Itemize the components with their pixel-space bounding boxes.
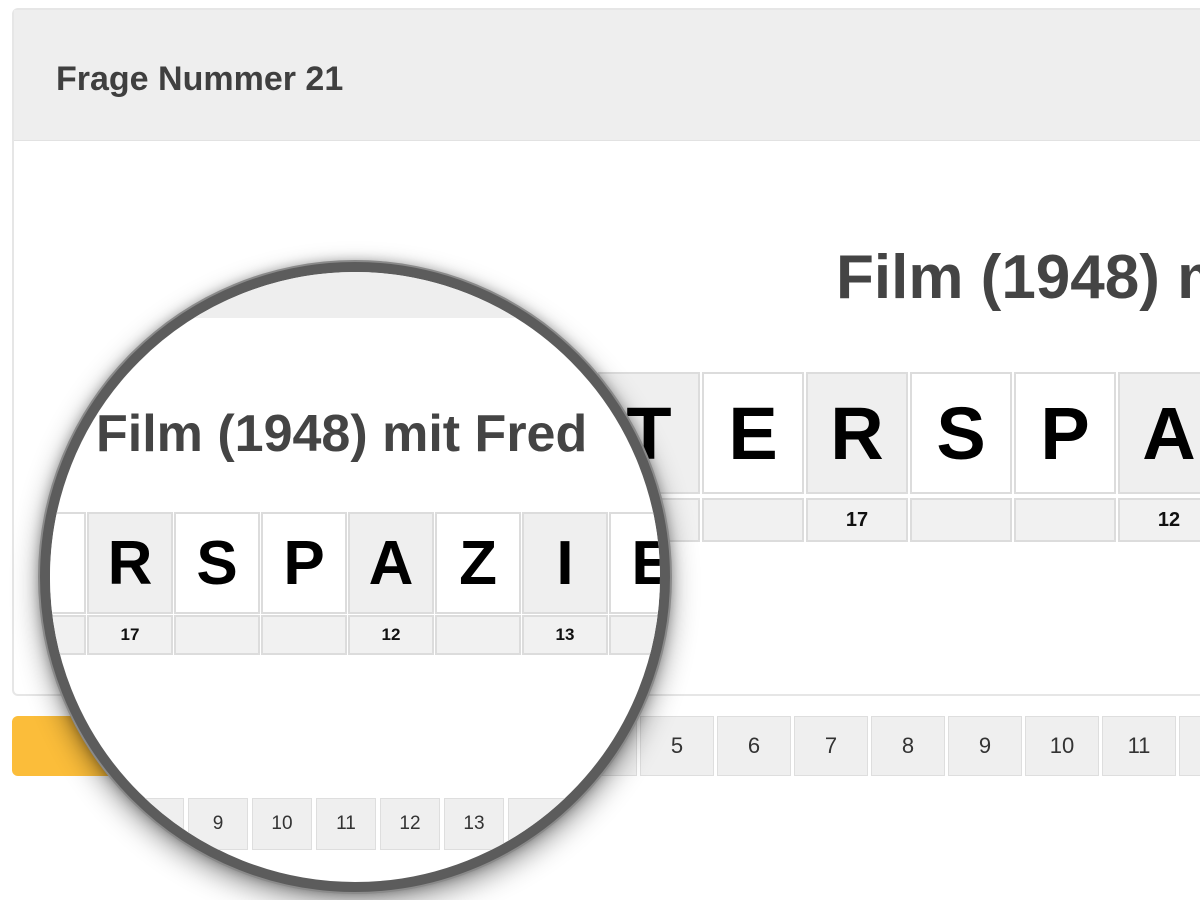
question-pagination: 4567891011	[563, 716, 1200, 776]
magnified-letter-cell: I	[522, 512, 608, 614]
panel-header: Frage Nummer 21	[14, 10, 1200, 141]
magnified-letter-cell: E	[609, 512, 660, 614]
answer-letter-row: TERSPA	[598, 372, 1200, 494]
magnified-letter-number	[174, 615, 260, 655]
page-button[interactable]: 5	[640, 716, 714, 776]
magnified-letter-cell: A	[348, 512, 434, 614]
clue-text: Film (1948) m	[836, 243, 1200, 312]
letter-number	[702, 498, 804, 542]
magnifier-lens: Film (1948) mit Fred RSPAZIE 17 12 13 9 10 1…	[40, 262, 670, 892]
letter-cell: P	[1014, 372, 1116, 494]
magnified-page-button: 13	[444, 798, 504, 850]
magnified-letter-row: RSPAZIE	[50, 512, 660, 614]
magnified-letter-number: 12	[348, 615, 434, 655]
magnified-letter-cell: S	[174, 512, 260, 614]
letter-number: 17	[806, 498, 908, 542]
letter-cell: E	[702, 372, 804, 494]
magnified-page-button: 11	[316, 798, 376, 850]
page-button[interactable]: 8	[871, 716, 945, 776]
magnified-letter-number: 13	[522, 615, 608, 655]
question-title: Frage Nummer 21	[56, 60, 344, 98]
letter-number: 12	[1118, 498, 1200, 542]
magnified-clue-text: Film (1948) mit Fred	[96, 405, 588, 463]
letter-cell: R	[806, 372, 908, 494]
page-button[interactable]	[1179, 716, 1200, 776]
magnified-page-button	[124, 798, 184, 850]
magnified-panel-header	[50, 272, 660, 318]
magnified-letter-number	[609, 615, 660, 655]
page-button[interactable]: 10	[1025, 716, 1099, 776]
magnified-letter-cell: P	[261, 512, 347, 614]
magnified-letter-cell: R	[87, 512, 173, 614]
magnified-page-button: 10	[252, 798, 312, 850]
page-button[interactable]: 6	[717, 716, 791, 776]
magnified-letter-cell: Z	[435, 512, 521, 614]
magnified-pagination: 9 10 11 12 13	[124, 798, 568, 850]
magnified-number-row: 17 12 13	[50, 615, 660, 655]
magnified-page-button: 12	[380, 798, 440, 850]
letter-number	[1014, 498, 1116, 542]
letter-cell: A	[1118, 372, 1200, 494]
letter-cell: S	[910, 372, 1012, 494]
letter-number-row: 161712	[598, 498, 1200, 542]
magnified-letter-number	[435, 615, 521, 655]
page-button[interactable]: 11	[1102, 716, 1176, 776]
magnified-letter-number	[261, 615, 347, 655]
magnified-letter-number: 17	[87, 615, 173, 655]
magnified-page-button	[508, 798, 568, 850]
page-button[interactable]: 9	[948, 716, 1022, 776]
magnified-page-button: 9	[188, 798, 248, 850]
magnified-view: Film (1948) mit Fred RSPAZIE 17 12 13 9 10 1…	[50, 272, 660, 850]
letter-number	[910, 498, 1012, 542]
magnified-letter-cell	[50, 512, 86, 614]
page-button[interactable]: 7	[794, 716, 868, 776]
